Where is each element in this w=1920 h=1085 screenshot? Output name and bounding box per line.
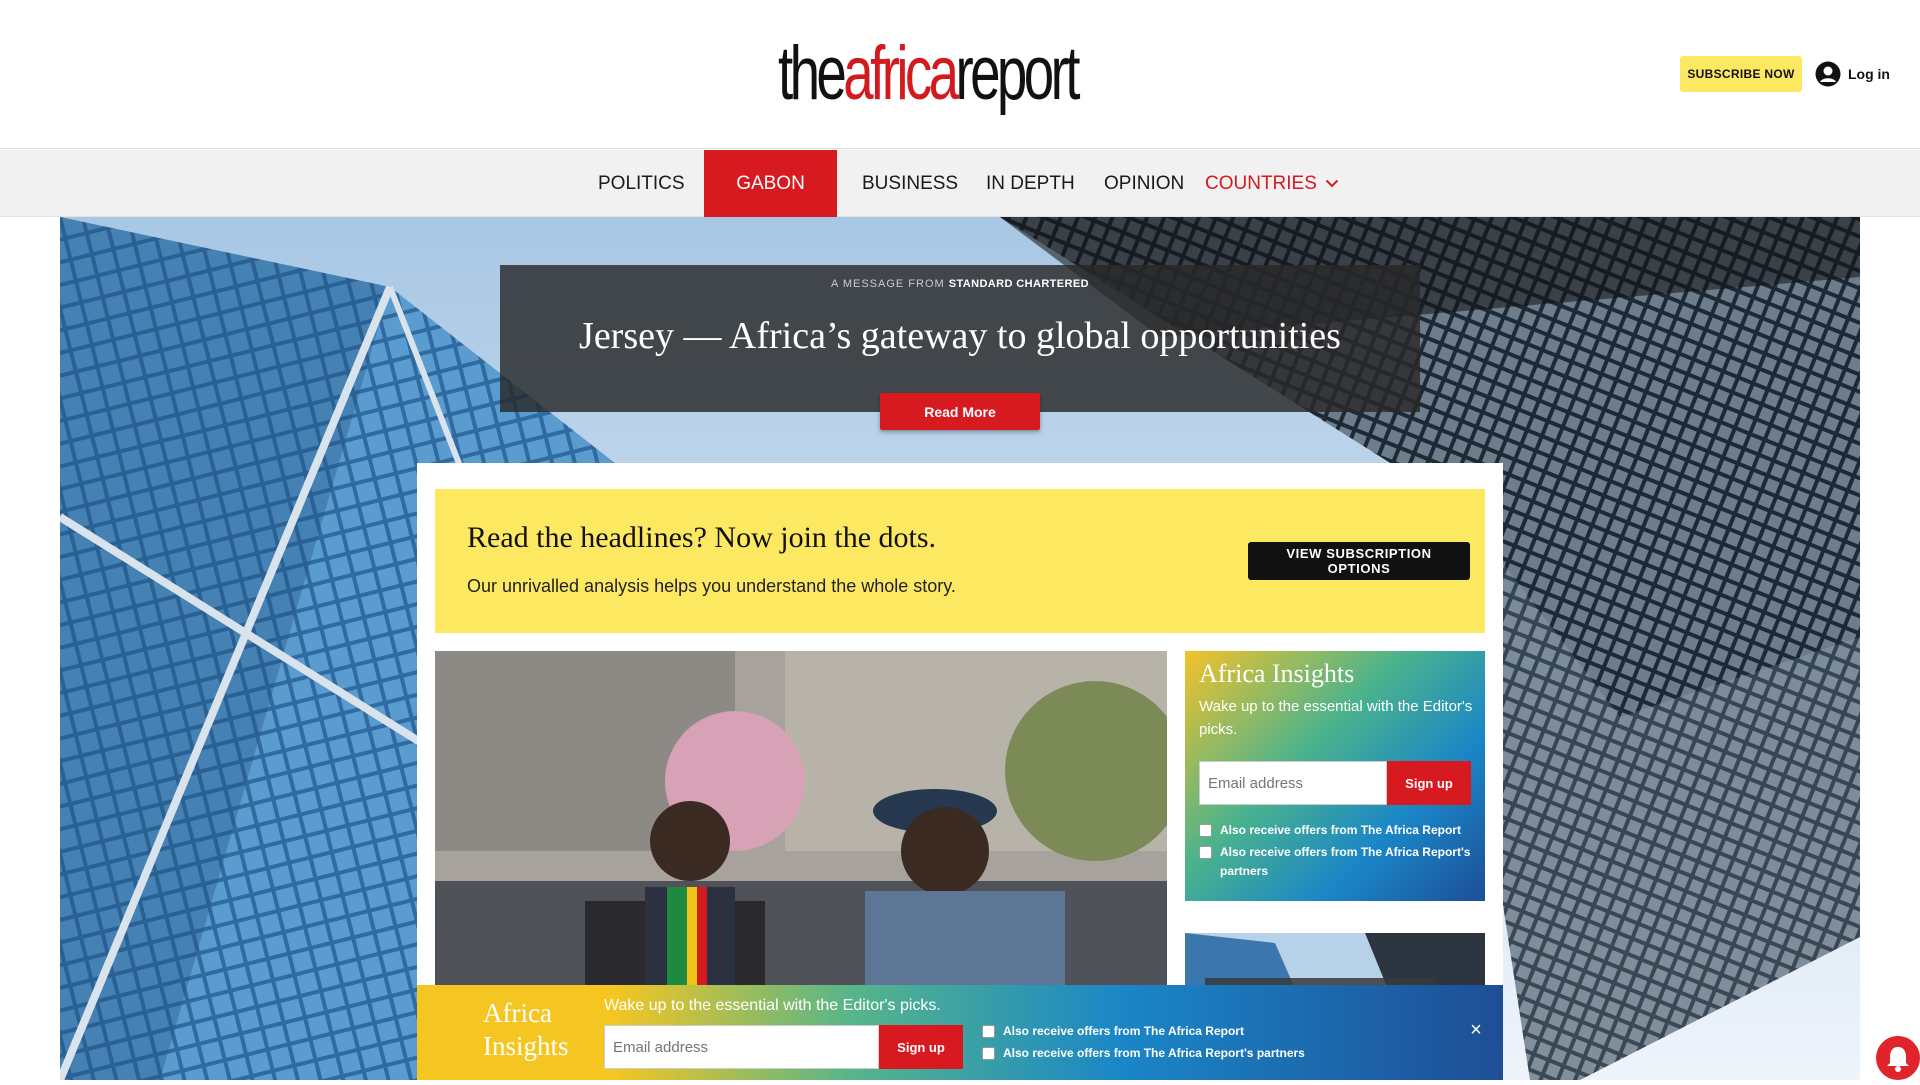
- bottom-partner-checkbox[interactable]: [982, 1046, 995, 1060]
- bottom-bar-signup-button[interactable]: Sign up: [879, 1025, 963, 1069]
- main-nav: POLITICS GABON COUP BUSINESS IN DEPTH OP…: [0, 150, 1920, 261]
- insights-offer-checkbox-row[interactable]: Also receive offers from The Africa Repo…: [1199, 821, 1479, 840]
- insights-partner-checkbox-row[interactable]: Also receive offers from The Africa Repo…: [1199, 843, 1479, 881]
- insights-subtitle: Wake up to the essential with the Editor…: [1199, 698, 1473, 738]
- nav-item-opinion[interactable]: OPINION: [1094, 150, 1194, 217]
- nav-item-countries[interactable]: COUNTRIES: [1195, 150, 1349, 217]
- nav-item-politics[interactable]: POLITICS: [588, 150, 695, 217]
- user-account-icon: [1815, 61, 1841, 87]
- bottom-offer-checkbox-row[interactable]: Also receive offers from The Africa Repo…: [982, 1024, 1244, 1038]
- newsletter-bottom-bar: Africa Insights Wake up to the essential…: [417, 985, 1503, 1080]
- bottom-offer-checkbox[interactable]: [982, 1024, 995, 1038]
- login-label: Log in: [1848, 66, 1890, 82]
- site-logo[interactable]: theafricareport: [778, 32, 1080, 116]
- view-subscription-options-button[interactable]: VIEW SUBSCRIPTION OPTIONS: [1248, 542, 1470, 580]
- bottom-bar-email-input[interactable]: [604, 1025, 879, 1069]
- ad-sponsor: STANDARD CHARTERED: [948, 278, 1089, 290]
- sponsored-ad-banner: A MESSAGE FROM STANDARD CHARTERED Jersey…: [500, 265, 1420, 412]
- insights-partner-label: Also receive offers from The Africa Repo…: [1220, 845, 1471, 878]
- bell-icon: [1887, 1047, 1909, 1072]
- login-link[interactable]: Log in: [1815, 60, 1890, 88]
- chevron-down-icon: [1325, 179, 1339, 188]
- insights-partner-checkbox[interactable]: [1199, 846, 1212, 859]
- bottom-bar-title: Africa Insights: [483, 998, 569, 1061]
- ad-kicker: A MESSAGE FROM: [831, 278, 945, 290]
- nav-item-business[interactable]: BUSINESS: [852, 150, 968, 217]
- nav-item-countries-label: COUNTRIES: [1205, 172, 1317, 194]
- bottom-partner-checkbox-row[interactable]: Also receive offers from The Africa Repo…: [982, 1046, 1305, 1060]
- bottom-bar-subtitle: Wake up to the essential with the Editor…: [604, 997, 941, 1014]
- insights-email-input[interactable]: [1199, 761, 1387, 805]
- notification-bell-button[interactable]: [1872, 1032, 1920, 1084]
- bottom-partner-label: Also receive offers from The Africa Repo…: [1003, 1046, 1305, 1060]
- promo-title: Read the headlines? Now join the dots.: [467, 521, 937, 554]
- subscribe-now-button[interactable]: SUBSCRIBE NOW: [1680, 56, 1802, 92]
- nav-item-in-depth[interactable]: IN DEPTH: [976, 150, 1085, 217]
- subscription-promo: Read the headlines? Now join the dots. O…: [435, 489, 1485, 633]
- nav-item-gabon-coup[interactable]: GABON COUP: [704, 150, 837, 261]
- promo-subtitle: Our unrivalled analysis helps you unders…: [467, 576, 956, 596]
- africa-insights-widget: Africa Insights Wake up to the essential…: [1185, 651, 1485, 901]
- close-icon[interactable]: ×: [1465, 1019, 1487, 1041]
- insights-offer-checkbox[interactable]: [1199, 824, 1212, 837]
- site-header: theafricareport SUBSCRIBE NOW Log in: [0, 0, 1920, 149]
- insights-offer-label: Also receive offers from The Africa Repo…: [1220, 823, 1461, 837]
- insights-signup-button[interactable]: Sign up: [1387, 761, 1471, 805]
- insights-title: Africa Insights: [1199, 659, 1355, 688]
- ad-read-more-button[interactable]: Read More: [880, 393, 1040, 430]
- bottom-offer-label: Also receive offers from The Africa Repo…: [1003, 1024, 1244, 1038]
- ad-title[interactable]: Jersey — Africa’s gateway to global oppo…: [500, 314, 1420, 358]
